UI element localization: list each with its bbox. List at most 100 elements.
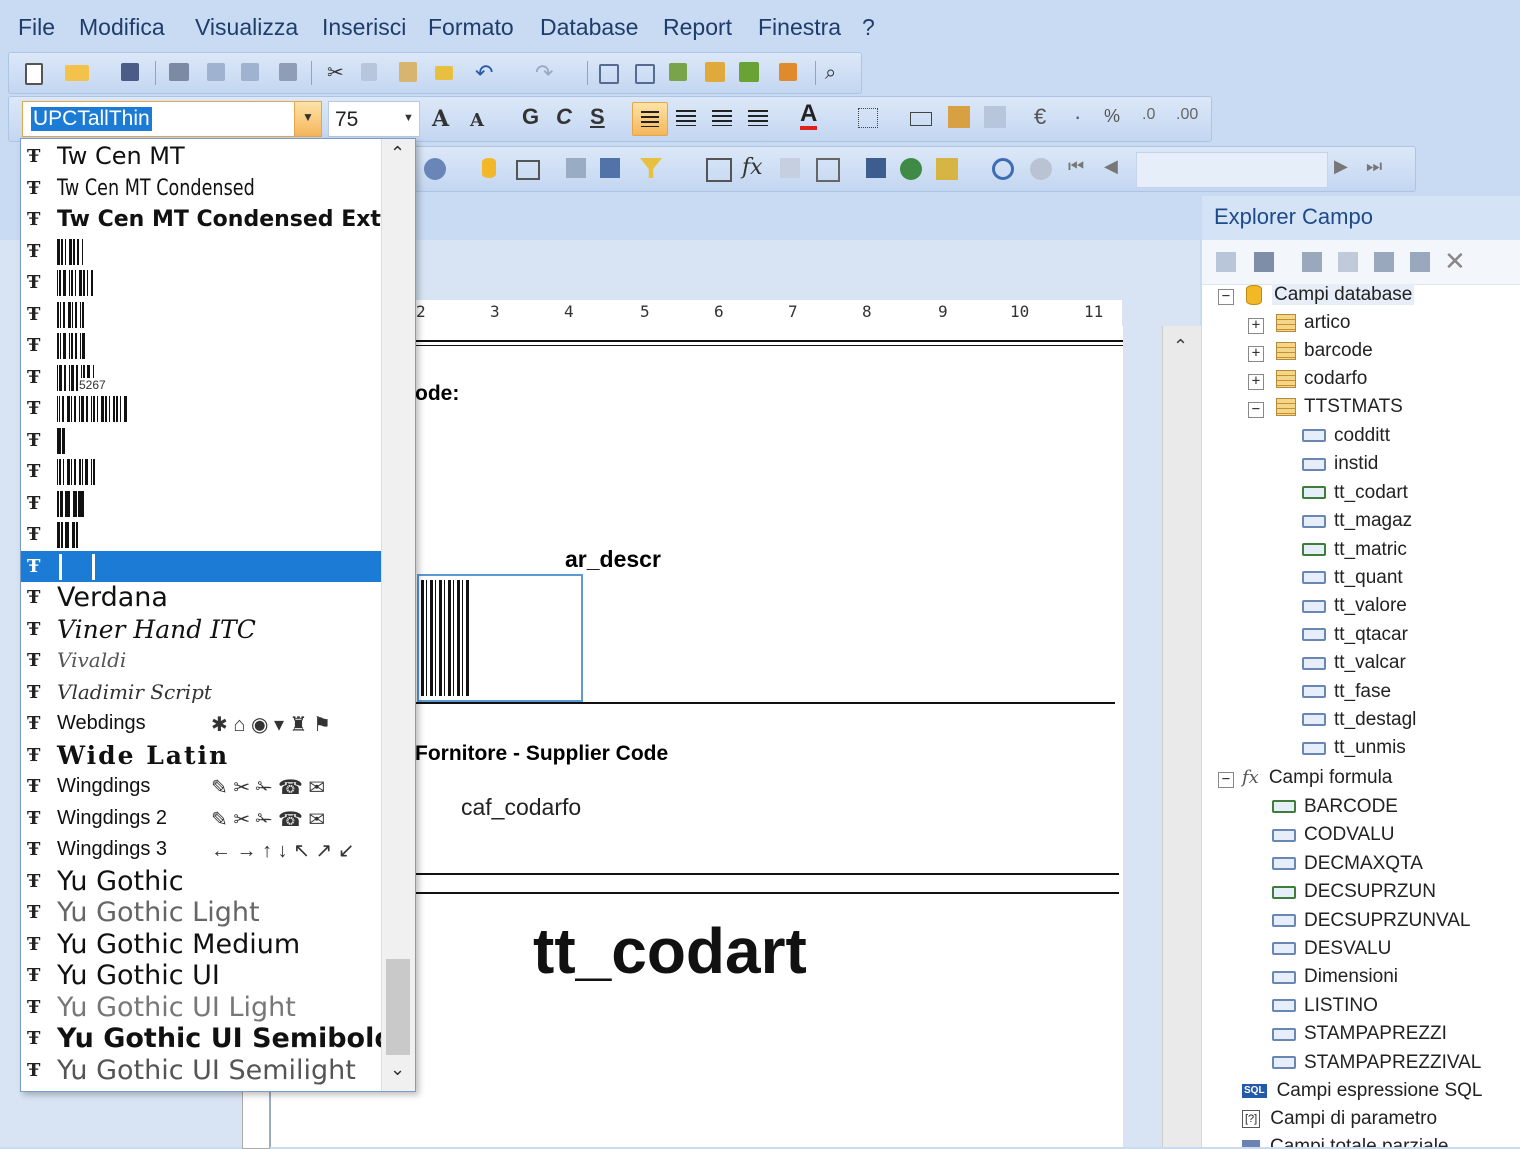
paste-icon[interactable] [399,62,417,82]
font-list-item[interactable]: Ŧ Yu Gothic [21,866,381,898]
chevron-up-icon[interactable]: ⌃ [390,143,405,164]
font-list-item[interactable]: Ŧ Verdana [21,582,381,614]
font-list-item[interactable]: Ŧ Yu Gothic UI Light [21,992,381,1024]
font-list-item[interactable]: Ŧ Webdings ✱ ⌂ ◉ ▾ ♜ ⚑ [21,708,381,740]
tree-item-field[interactable]: tt_unmis [1302,735,1406,761]
sort-icon[interactable] [566,158,586,178]
tree-item-field[interactable]: tt_valore [1302,593,1407,619]
tree-item-table[interactable]: codarfo [1276,366,1367,392]
font-color-icon[interactable]: A [800,102,818,130]
rename-icon[interactable] [1410,252,1430,272]
expand-icon[interactable]: + [1248,374,1264,390]
menu-finestra[interactable]: Finestra [758,14,841,41]
print-icon[interactable] [169,63,189,81]
tree-item-formula[interactable]: Dimensioni [1272,964,1398,990]
section-icon[interactable] [599,64,619,84]
expert-icon[interactable] [705,62,725,82]
delete-icon[interactable]: ✕ [1444,246,1466,277]
tree-item-param-group[interactable]: [?] Campi di parametro [1242,1106,1437,1132]
font-list-item[interactable]: Ŧ Wide Latin [21,740,381,772]
bold-button[interactable]: G [522,104,539,130]
map-icon[interactable] [900,158,922,180]
last-page-icon[interactable]: ⏭ [1366,156,1382,177]
running-total-icon[interactable] [780,158,800,178]
font-list-item[interactable]: Ŧ Vladimir Script [21,677,381,709]
no-icon[interactable] [424,158,446,180]
font-list-item[interactable]: Ŧ [21,236,381,268]
font-size-value[interactable]: 75 [335,108,358,132]
tree-item-field[interactable]: tt_quant [1302,565,1403,591]
subreport-icon[interactable] [706,158,732,182]
tree-item-db-group[interactable]: Campi database [1246,282,1415,308]
select-expert-icon[interactable] [739,62,759,82]
chevron-down-icon[interactable]: ⌄ [390,1059,405,1080]
tree-item-table[interactable]: barcode [1276,338,1373,364]
menu-help[interactable]: ? [862,14,875,41]
tree-item-formula[interactable]: DESVALU [1272,936,1391,962]
undo-icon[interactable]: ↶ [475,61,499,85]
font-list-item[interactable]: Ŧ [21,267,381,299]
edit-icon[interactable] [1338,252,1358,272]
menu-report[interactable]: Report [663,14,732,41]
stop-icon[interactable] [1030,158,1052,180]
refresh-icon[interactable] [992,158,1014,180]
tree-item-field[interactable]: tt_matric [1302,537,1407,563]
redo-icon[interactable]: ↷ [535,61,559,85]
tree-item-field[interactable]: tt_qtacar [1302,622,1408,648]
expand-icon[interactable]: + [1248,318,1264,334]
font-list-item[interactable]: Ŧ 5267 [21,362,381,394]
border-icon[interactable] [858,108,878,128]
scroll-thumb[interactable] [386,959,410,1055]
chevron-up-icon[interactable]: ⌃ [1173,336,1188,357]
collapse-icon[interactable]: − [1218,772,1234,788]
collapse-icon[interactable]: − [1218,289,1234,305]
tree-item-formula[interactable]: STAMPAPREZZI [1272,1021,1447,1047]
print-preview-icon[interactable] [207,63,225,81]
codart-field[interactable]: tt_codart [533,914,807,988]
menu-file[interactable]: File [18,14,55,41]
supplier-code-label[interactable]: Fornitore - Supplier Code [415,742,668,766]
tree-item-formula-group[interactable]: fx Campi formula [1242,765,1392,791]
tree-item-field[interactable]: tt_magaz [1302,508,1412,534]
crosstab-icon[interactable] [816,158,840,182]
tree-item-formula[interactable]: STAMPAPREZZIVAL [1272,1050,1481,1076]
new-field-icon[interactable] [1302,252,1322,272]
export-icon[interactable] [279,63,297,81]
open-folder-icon[interactable] [65,65,89,81]
increase-decimals-icon[interactable]: .0 [1142,106,1155,124]
tree-item-formula[interactable]: DECSUPRZUN [1272,879,1436,905]
menu-database[interactable]: Database [540,14,638,41]
formula-icon[interactable]: fx [742,155,763,180]
font-list-item[interactable]: Ŧ Yu Gothic Medium [21,929,381,961]
font-list-item[interactable]: Ŧ Tw Cen MT [21,141,381,173]
font-list-item[interactable]: Ŧ [21,550,381,582]
font-list-item[interactable]: Ŧ [21,519,381,551]
tree-item-formula[interactable]: LISTINO [1272,993,1378,1019]
font-list-item[interactable]: Ŧ [21,488,381,520]
font-list-item[interactable]: Ŧ [21,299,381,331]
save-icon[interactable] [121,63,139,81]
insert-field-icon[interactable] [669,63,687,81]
currency-button[interactable]: € [1034,104,1046,130]
align-center-icon[interactable] [676,110,696,126]
shrink-font-icon[interactable]: A [470,110,484,131]
cut-icon[interactable]: ✂ [327,61,351,85]
tree-item-field[interactable]: tt_valcar [1302,650,1406,676]
font-list-item[interactable]: Ŧ Wingdings 2 ✎ ✂ ✁ ☎ ✉ [21,803,381,835]
underline-button[interactable]: S [590,104,605,130]
page-number-field[interactable] [1136,152,1328,188]
font-list-item[interactable]: Ŧ [21,330,381,362]
first-page-icon[interactable]: ⏮ [1068,156,1084,177]
menu-modifica[interactable]: Modifica [79,14,165,41]
lock-format-icon[interactable] [948,106,970,128]
font-list-item[interactable]: Ŧ Tw Cen MT Condensed [21,173,381,205]
menu-visualizza[interactable]: Visualizza [195,14,298,41]
menu-formato[interactable]: Formato [428,14,514,41]
font-dropdown-button[interactable]: ▼ [294,101,322,137]
grow-font-icon[interactable]: A [432,106,449,132]
vertical-scrollbar[interactable]: ⌃ [1162,326,1201,1147]
tree-item-formula[interactable]: CODVALU [1272,822,1394,848]
suppress-icon[interactable] [984,106,1006,128]
font-list-item[interactable]: Ŧ Yu Gothic UI Semibold [21,1023,381,1055]
font-list-item[interactable]: Ŧ Wingdings ✎ ✂ ✁ ☎ ✉ [21,771,381,803]
